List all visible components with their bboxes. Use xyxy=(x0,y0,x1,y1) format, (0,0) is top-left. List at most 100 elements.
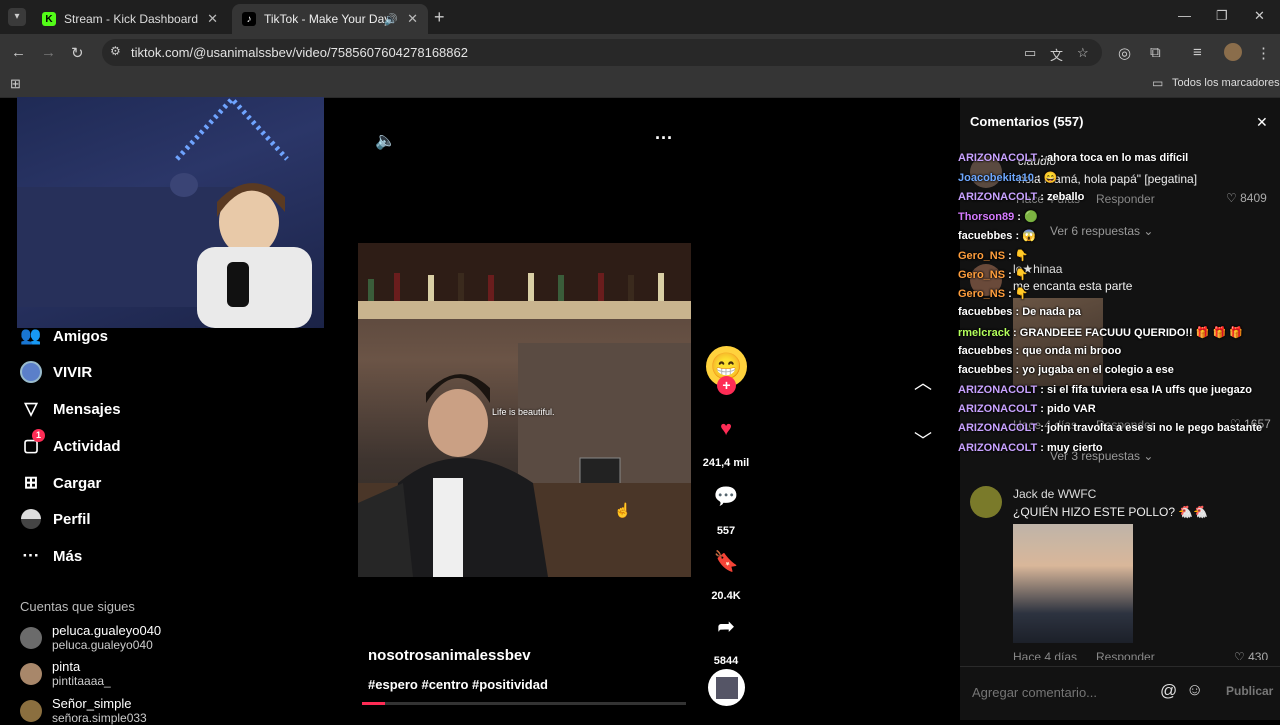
translate-icon[interactable]: 文 xyxy=(1050,45,1063,64)
url-text[interactable]: tiktok.com/@usanimalssbev/video/75856076… xyxy=(131,45,468,60)
chat-username: ARIZONACOLT xyxy=(958,402,1038,415)
comment-text: ¿QUIÉN HIZO ESTE POLLO? 🐔🐔 xyxy=(1013,505,1209,519)
volume-icon[interactable]: 🔈 xyxy=(375,131,396,151)
like-button[interactable]: ♥ 241,4 mil xyxy=(696,418,756,469)
chat-text: : 👇 xyxy=(1005,268,1029,281)
omnibox[interactable]: ⚙ tiktok.com/@usanimalssbev/video/758560… xyxy=(102,39,1102,66)
following-handle: peluca.gualeyo040 xyxy=(52,638,153,652)
sidebar-item-amigos[interactable]: 👥 Amigos xyxy=(20,325,108,347)
live-avatar-icon xyxy=(20,361,42,383)
sidebar-item-vivir[interactable]: VIVIR xyxy=(20,361,92,383)
following-handle: pintitaaaa_ xyxy=(52,674,111,688)
post-button[interactable]: Publicar xyxy=(1226,684,1273,698)
following-item[interactable]: Señor_simple señora.simple033 xyxy=(20,696,147,725)
sidebar-item-label: Actividad xyxy=(53,437,121,455)
sidebar-item-mensajes[interactable]: ▽ Mensajes xyxy=(20,398,121,420)
bookmark-star-icon[interactable]: ☆ xyxy=(1077,45,1089,61)
save-button[interactable]: 🔖 20.4K xyxy=(696,549,756,602)
media-control-icon[interactable]: ≡ xyxy=(1193,44,1202,61)
comment-button[interactable]: 💬 557 xyxy=(696,484,756,537)
reply-button[interactable]: Responder xyxy=(1096,650,1155,660)
speaker-icon[interactable]: 🔊 xyxy=(384,13,398,26)
chat-message: Thorson89 : 🟢 xyxy=(958,210,1038,223)
kick-icon: K xyxy=(42,12,56,26)
chat-username: ARIZONACOLT xyxy=(958,441,1038,454)
sidebar-item-label: Más xyxy=(53,547,83,565)
chat-text: : 👇 xyxy=(1005,249,1029,262)
chat-username: ARIZONACOLT xyxy=(958,190,1038,203)
close-window-button[interactable]: ✕ xyxy=(1254,8,1265,24)
chat-text: : john travolta a ese si no le pego bast… xyxy=(1037,422,1263,435)
back-icon[interactable]: ← xyxy=(11,44,26,61)
chat-message: rmelcrack : GRANDEEE FACUUU QUERIDO!! 🎁 … xyxy=(958,326,1243,339)
chat-username: Thorson89 xyxy=(958,210,1015,223)
chat-text: : ahora toca en lo mas difícil xyxy=(1037,152,1189,164)
share-button[interactable]: ➦ 5844 xyxy=(696,614,756,667)
chat-text: : GRANDEEE FACUUU QUERIDO!! 🎁 🎁 🎁 xyxy=(1010,326,1243,339)
apps-icon[interactable]: ⊞ xyxy=(10,76,21,92)
chat-username: Joacobekita10 xyxy=(958,172,1034,185)
install-icon[interactable]: ▭ xyxy=(1024,45,1036,61)
sidebar-item-label: VIVIR xyxy=(53,363,93,381)
tab-tiktok[interactable]: ♪ TikTok - Make Your Day 🔊 ✕ xyxy=(232,4,428,34)
comment-time: Hace 4 días xyxy=(1013,650,1078,660)
heart-outline-icon: ♡ xyxy=(1234,650,1249,660)
more-options-icon[interactable]: ··· xyxy=(655,128,673,149)
profile-avatar[interactable] xyxy=(1224,43,1242,61)
video-caption-overlay: Life is beautiful. xyxy=(492,407,555,417)
video-author[interactable]: nosotrosanimalessbev xyxy=(368,647,531,664)
extensions-puzzle-icon[interactable]: ⧉ xyxy=(1150,44,1161,61)
view-replies-button[interactable]: Ver 6 respuestas ⌄ xyxy=(1050,224,1153,238)
all-bookmarks-link[interactable]: Todos los marcadores xyxy=(1172,77,1280,89)
new-tab-button[interactable]: + xyxy=(434,7,445,28)
video-progress-track[interactable] xyxy=(362,702,686,705)
comment-like[interactable]: ♡ 430 xyxy=(1234,650,1268,660)
following-item[interactable]: pinta pintitaaaa_ xyxy=(20,659,111,688)
chat-message: ARIZONACOLT : zeballo xyxy=(958,191,1084,203)
sidebar-item-label: Amigos xyxy=(53,327,109,345)
cursor-icon: ☝ xyxy=(614,502,632,518)
music-cover xyxy=(715,676,738,699)
address-toolbar: ← → ↻ ⚙ tiktok.com/@usanimalssbev/video/… xyxy=(0,34,1280,70)
tab-search-button[interactable]: ▾ xyxy=(8,8,26,26)
close-tab-icon[interactable]: ✕ xyxy=(407,11,418,27)
chat-username: Gero_NS xyxy=(958,288,1006,301)
mention-icon[interactable]: @ xyxy=(1160,681,1177,701)
site-info-icon[interactable]: ⚙ xyxy=(110,44,121,58)
follow-plus-icon[interactable]: + xyxy=(717,376,736,395)
next-video-button[interactable]: ﹀ xyxy=(914,427,932,453)
prev-video-button[interactable]: ︿ xyxy=(914,369,932,395)
forward-icon[interactable]: → xyxy=(41,44,56,61)
tab-kick[interactable]: K Stream - Kick Dashboard ✕ xyxy=(32,4,228,34)
sidebar-item-perfil[interactable]: Perfil xyxy=(20,508,91,530)
reload-icon[interactable]: ↻ xyxy=(71,44,84,62)
chat-text: : 😄 xyxy=(1033,172,1058,185)
folder-icon: ▭ xyxy=(1152,76,1164,90)
chat-username: facuebbes xyxy=(958,345,1013,357)
comment-user[interactable]: Jack de WWFC xyxy=(1013,487,1096,501)
emoji-icon[interactable]: ☺ xyxy=(1186,680,1203,700)
sidebar-item-cargar[interactable]: ⊞ Cargar xyxy=(20,472,101,494)
extension-icon[interactable]: ◎ xyxy=(1118,44,1131,62)
comment-avatar xyxy=(970,486,1002,518)
tab-title: Stream - Kick Dashboard xyxy=(64,12,199,26)
chat-message: ARIZONACOLT : pido VAR xyxy=(958,403,1096,415)
maximize-button[interactable]: ❐ xyxy=(1216,8,1228,24)
sidebar-item-actividad[interactable]: ▢ 1 Actividad xyxy=(20,429,121,457)
send-icon: ▽ xyxy=(24,399,38,418)
minimize-button[interactable]: — xyxy=(1178,8,1191,23)
comment-like[interactable]: ♡ 8409 xyxy=(1226,191,1267,205)
video-player[interactable]: Life is beautiful. xyxy=(358,243,691,577)
menu-icon[interactable]: ⋮ xyxy=(1256,44,1271,62)
following-item[interactable]: peluca.gualeyo040 peluca.gualeyo040 xyxy=(20,623,161,652)
video-hashtags[interactable]: #espero #centro #positividad xyxy=(368,677,548,692)
comment-input[interactable] xyxy=(972,681,1162,703)
close-tab-icon[interactable]: ✕ xyxy=(207,11,218,27)
reply-button[interactable]: Responder xyxy=(1096,192,1155,206)
close-comments-icon[interactable]: ✕ xyxy=(1256,114,1268,131)
music-disc[interactable] xyxy=(708,669,745,706)
sidebar-item-mas[interactable]: ··· Más xyxy=(20,545,83,567)
sidebar-item-label: Mensajes xyxy=(53,400,121,418)
following-name: pinta xyxy=(52,659,81,674)
chevron-down-icon: ⌄ xyxy=(1143,224,1154,238)
